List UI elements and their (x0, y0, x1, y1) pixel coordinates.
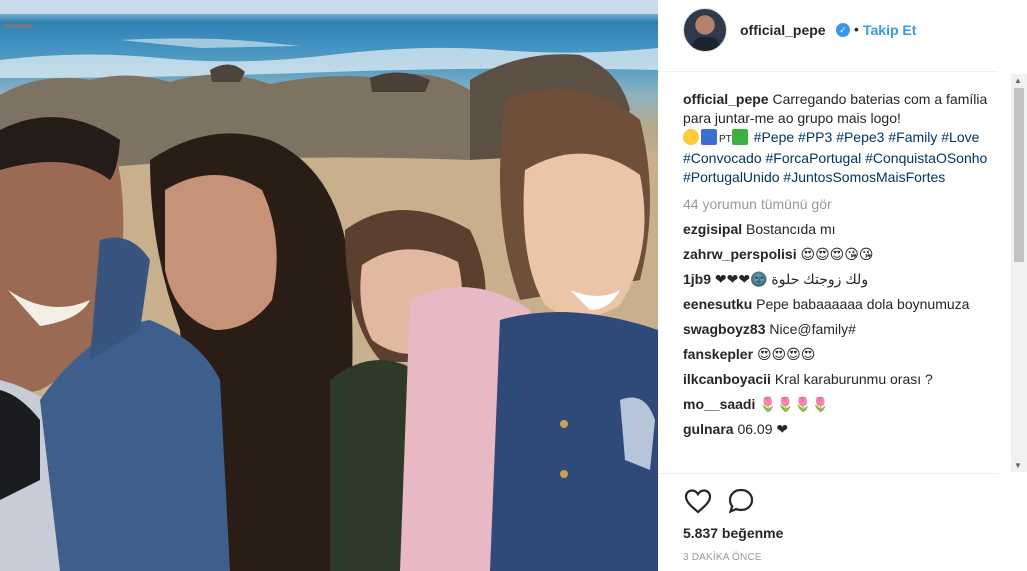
hashtag[interactable]: #Pepe (754, 129, 794, 145)
post-photo[interactable] (0, 0, 658, 571)
comment-text: Kral karaburunmu orası ? (774, 371, 933, 387)
follow-button[interactable]: Takip Et (863, 22, 916, 38)
scroll-up-arrow-icon[interactable]: ▲ (1014, 76, 1022, 85)
hashtag[interactable]: #PortugalUnido (683, 169, 780, 185)
comment-text: 06.09 ❤ (737, 421, 789, 437)
comment-username[interactable]: zahrw_perspolisi (683, 246, 797, 262)
hashtag[interactable]: #ConquistaOSonho (865, 150, 987, 166)
comment-text: 😍😍😍😘😘 (800, 246, 874, 262)
avatar[interactable] (683, 8, 727, 52)
comment-item: zahrw_perspolisi 😍😍😍😘😘 (683, 245, 988, 264)
comment-username[interactable]: ezgisipal (683, 221, 742, 237)
heart-outline-icon[interactable] (683, 486, 713, 516)
comment-item: ezgisipal Bostancıda mı (683, 220, 988, 239)
comment-username[interactable]: swagboyz83 (683, 321, 765, 337)
comment-item: eenesutku Pepe babaaaaaa dola boynumuza (683, 295, 988, 314)
comments-list[interactable]: official_pepe Carregando baterias com a … (683, 90, 988, 473)
comment-item: gulnara 06.09 ❤ (683, 420, 988, 439)
hashtag[interactable]: #JuntosSomosMaisFortes (783, 169, 945, 185)
hashtag[interactable]: #ForcaPortugal (766, 150, 862, 166)
heart-eyes-emoji-icon (683, 129, 699, 145)
comment-username[interactable]: fanskepler (683, 346, 753, 362)
comment-username[interactable]: mo__saadi (683, 396, 755, 412)
header-username[interactable]: official_pepe (740, 22, 826, 38)
caption-username[interactable]: official_pepe (683, 91, 769, 107)
hashtag[interactable]: #Family (888, 129, 937, 145)
comment-item: fanskepler 😍😍😍😍 (683, 345, 988, 364)
scrollbar-thumb[interactable] (1014, 88, 1024, 262)
comment-username[interactable]: eenesutku (683, 296, 752, 312)
hashtag[interactable]: #Pepe3 (836, 129, 884, 145)
view-all-comments-link[interactable]: 44 yorumun tümünü gör (683, 195, 988, 214)
comment-item: ilkcanboyacii Kral karaburunmu orası ? (683, 370, 988, 389)
family-selfie-image (0, 0, 658, 571)
comment-text: ولك زوجتك حلوة 🌚❤❤❤ (714, 271, 869, 287)
hashtag[interactable]: #Love (941, 129, 979, 145)
post-actions: 5.837 beğenme 3 DAKİKA ÖNCE (658, 473, 998, 563)
post-sidebar: official_pepe ✓ • Takip Et official_pepe… (658, 0, 1027, 571)
comment-username[interactable]: gulnara (683, 421, 734, 437)
hashtag[interactable]: #Convocado (683, 150, 762, 166)
comment-item: mo__saadi 🌷🌷🌷🌷 (683, 395, 988, 414)
comment-text: Bostancıda mı (746, 221, 836, 237)
hashtag[interactable]: #PP3 (798, 129, 832, 145)
comment-text: Pepe babaaaaaa dola boynumuza (756, 296, 970, 312)
post-timestamp[interactable]: 3 DAKİKA ÖNCE (683, 552, 762, 563)
comment-item: swagboyz83 Nice@family# (683, 320, 988, 339)
post-header: official_pepe ✓ • Takip Et (658, 0, 998, 72)
likes-count[interactable]: 5.837 beğenme (683, 525, 783, 541)
flag-text: PT (719, 134, 732, 145)
comment-username[interactable]: ilkcanboyacii (683, 371, 771, 387)
speech-bubble-icon[interactable] (726, 486, 756, 516)
comment-text: Nice@family# (769, 321, 856, 337)
check-mark-emoji-icon (731, 129, 748, 145)
header-separator: • (854, 21, 859, 37)
scroll-down-arrow-icon[interactable]: ▼ (1014, 461, 1022, 470)
comment-text: 😍😍😍😍 (756, 346, 816, 362)
comments-scrollbar[interactable]: ▲ ▼ (1011, 74, 1027, 472)
caption: official_pepe Carregando baterias com a … (683, 90, 988, 187)
comment-text: 🌷🌷🌷🌷 (759, 396, 829, 412)
comment-item: 1jb9 ولك زوجتك حلوة 🌚❤❤❤ (683, 270, 988, 289)
comment-username[interactable]: 1jb9 (683, 271, 711, 287)
anchor-emoji-icon (701, 129, 717, 145)
verified-badge-icon: ✓ (836, 23, 850, 37)
